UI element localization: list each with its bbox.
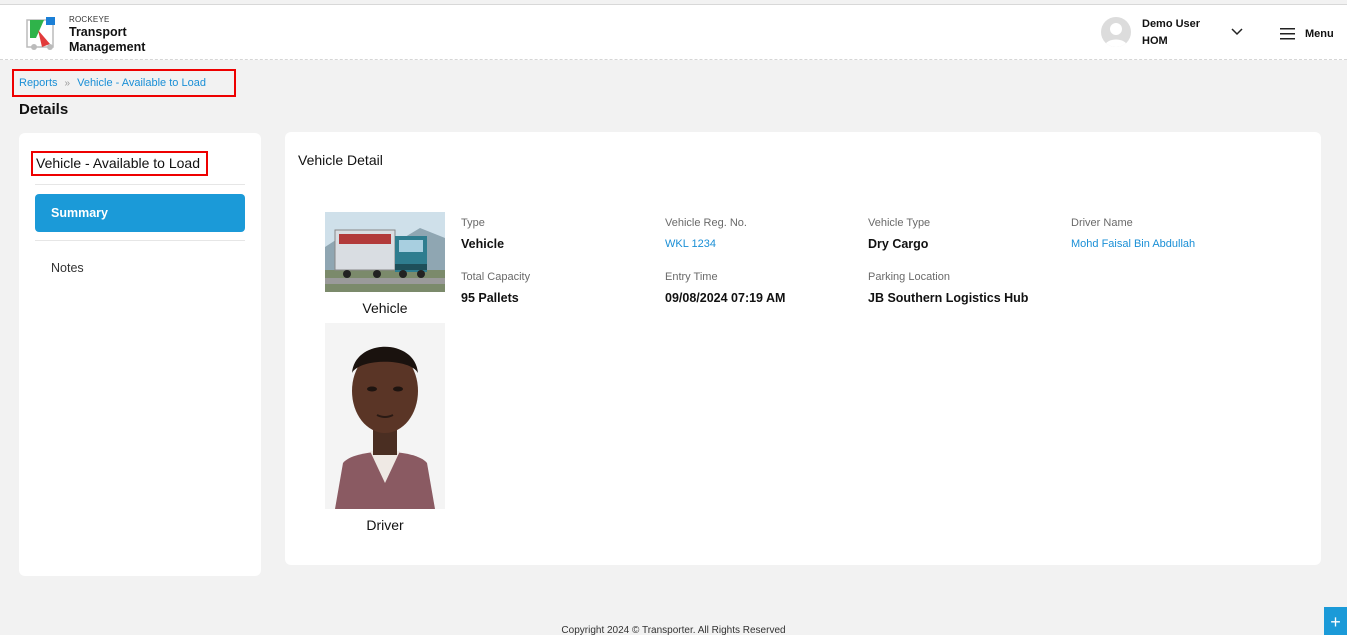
field-driver-name: Driver Name Mohd Faisal Bin Abdullah	[1071, 217, 1195, 250]
footer-copyright: Copyright 2024 © Transporter. All Rights…	[561, 625, 786, 635]
field-driver-name-label: Driver Name	[1071, 217, 1133, 229]
user-icon	[1104, 23, 1128, 47]
brand-name: Transport Management	[69, 25, 145, 55]
field-type-label: Type	[461, 217, 485, 229]
chevron-down-icon[interactable]	[1230, 27, 1244, 37]
field-entry-time-value: 09/08/2024 07:19 AM	[665, 291, 786, 305]
breadcrumb-current[interactable]: Vehicle - Available to Load	[77, 77, 206, 89]
field-vehicle-type: Vehicle Type Dry Cargo	[868, 217, 930, 251]
field-vehicle-type-value: Dry Cargo	[868, 237, 929, 251]
brand-tagline: ROCKEYE	[69, 15, 110, 24]
driver-caption: Driver	[366, 517, 404, 533]
vehicle-detail-card: Vehicle Detail Vehicle Driver Type Vehic…	[285, 132, 1321, 565]
breadcrumb: Reports » Vehicle - Available to Load	[12, 69, 236, 97]
field-vehicle-type-label: Vehicle Type	[868, 217, 931, 229]
top-bar: ROCKEYE Transport Management Demo User H…	[0, 4, 1347, 60]
field-reg-no-label: Vehicle Reg. No.	[665, 217, 747, 229]
field-type-value: Vehicle	[461, 237, 505, 251]
user-name[interactable]: Demo User	[1142, 18, 1200, 30]
breadcrumb-separator-icon: »	[64, 77, 71, 89]
field-parking-location: Parking Location JB Southern Logistics H…	[868, 271, 1028, 305]
nav-summary[interactable]: Summary	[35, 194, 245, 232]
add-button[interactable]: +	[1324, 607, 1347, 635]
field-type: Type Vehicle	[461, 217, 504, 251]
field-parking-location-value: JB Southern Logistics Hub	[868, 291, 1029, 305]
menu-label: Menu	[1305, 28, 1334, 40]
logo-icon	[26, 17, 55, 50]
divider	[35, 184, 245, 185]
field-reg-no: Vehicle Reg. No. WKL 1234	[665, 217, 747, 250]
breadcrumb-reports[interactable]: Reports	[19, 77, 58, 89]
left-panel: Vehicle - Available to Load Summary Note…	[19, 133, 261, 576]
brand-line-2: Management	[69, 40, 146, 54]
left-panel-title: Vehicle - Available to Load	[31, 151, 208, 176]
field-capacity-label: Total Capacity	[461, 271, 531, 283]
plus-icon: +	[1330, 612, 1341, 632]
driver-photo	[325, 323, 445, 509]
nav-notes[interactable]: Notes	[51, 261, 84, 275]
field-entry-time: Entry Time 09/08/2024 07:19 AM	[665, 271, 785, 305]
menu-button[interactable]: Menu	[1280, 26, 1334, 42]
vehicle-caption: Vehicle	[362, 300, 408, 316]
field-driver-name-link[interactable]: Mohd Faisal Bin Abdullah	[1071, 238, 1195, 250]
avatar[interactable]	[1101, 17, 1131, 47]
field-entry-time-label: Entry Time	[665, 271, 718, 283]
field-reg-no-link[interactable]: WKL 1234	[665, 238, 747, 250]
field-capacity-value: 95 Pallets	[461, 291, 519, 305]
brand-line-1: Transport	[69, 25, 127, 39]
page-title: Details	[19, 101, 69, 118]
divider	[35, 240, 245, 241]
vehicle-photo	[325, 212, 445, 292]
field-capacity: Total Capacity 95 Pallets	[461, 271, 530, 305]
user-role: HOM	[1142, 35, 1168, 47]
hamburger-icon	[1280, 28, 1295, 40]
section-title: Vehicle Detail	[298, 152, 383, 168]
field-parking-location-label: Parking Location	[868, 271, 950, 283]
